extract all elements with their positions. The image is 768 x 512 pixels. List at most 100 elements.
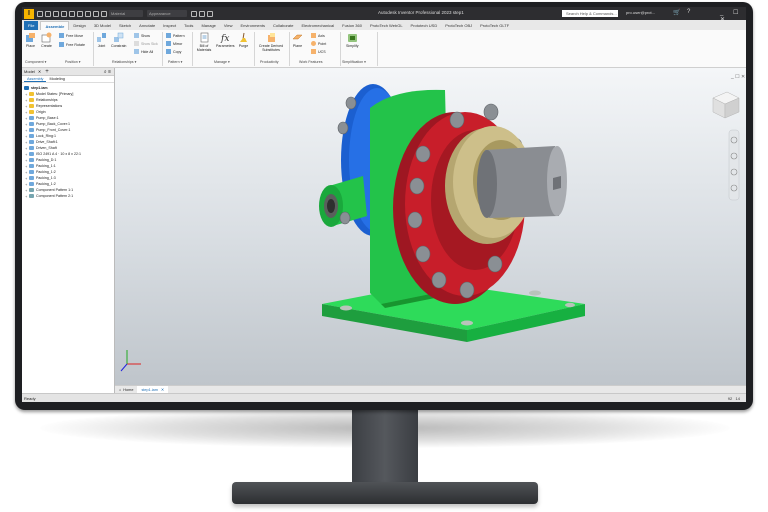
update-icon[interactable] xyxy=(85,10,91,17)
tab-annotate[interactable]: Annotate xyxy=(135,21,159,30)
show-icon xyxy=(134,33,139,38)
status-count-a: 92 xyxy=(727,396,733,401)
home-tab[interactable]: ⌂ Home xyxy=(115,386,137,393)
axis-button[interactable]: Axis xyxy=(311,33,325,38)
tree-node-label: Packing_1:2 xyxy=(36,170,56,174)
parameters-button[interactable]: fx Parameters xyxy=(216,32,235,48)
simplify-button[interactable]: Simplify xyxy=(346,32,359,48)
tab-assembly[interactable]: Assembly xyxy=(24,77,47,82)
point-button[interactable]: Point xyxy=(311,41,326,46)
search-input[interactable]: Search Help & Commands... xyxy=(562,10,618,17)
copy-button[interactable]: Copy xyxy=(166,49,181,54)
graphics-viewport[interactable]: _ ☐ ✕ xyxy=(115,68,746,385)
constrain-button[interactable]: Constrain xyxy=(111,32,126,48)
document-tab-step1[interactable]: step1.iam ✕ xyxy=(137,386,169,393)
tab-prototech-gltf[interactable]: ProtoTech GLTF xyxy=(476,21,513,30)
show-button[interactable]: Show xyxy=(134,33,150,38)
group-component[interactable]: Component ▾ xyxy=(25,60,46,64)
bom-label: Bill of Materials xyxy=(196,44,212,52)
show-sick-label: Show Sick xyxy=(141,41,158,46)
navigation-bar[interactable] xyxy=(728,129,740,201)
purge-button[interactable]: Purge xyxy=(238,32,249,48)
ribbon: Place Create Free Move Free Rotate Joint… xyxy=(22,30,746,68)
tree-node[interactable]: + Component Pattern 2:1 xyxy=(22,193,114,199)
ribbon-separator xyxy=(340,32,341,66)
tab-view[interactable]: View xyxy=(220,21,237,30)
app-logo-icon[interactable]: I xyxy=(24,8,34,19)
color-fill-icon[interactable] xyxy=(199,10,205,17)
help-button[interactable]: ? xyxy=(687,9,690,15)
search-icon[interactable]: ⌕ ≡ xyxy=(104,69,111,75)
pump-assembly-model[interactable]: _ ☐ ✕ xyxy=(115,68,746,385)
user-account[interactable]: pro.user@prot... xyxy=(626,10,655,15)
fx-icon[interactable] xyxy=(207,10,213,17)
status-counts: 92 14 xyxy=(728,396,740,401)
free-move-button[interactable]: Free Move xyxy=(59,33,83,38)
mirror-button[interactable]: Mirror xyxy=(166,41,182,46)
part-icon xyxy=(29,140,34,144)
derived-icon xyxy=(267,33,275,42)
viewport-window-controls[interactable]: _ ☐ ✕ xyxy=(730,74,745,80)
group-manage[interactable]: Manage ▾ xyxy=(214,60,230,64)
status-count-b: 14 xyxy=(735,396,740,401)
document-tab-close-icon[interactable]: ✕ xyxy=(161,387,164,392)
view-cube[interactable] xyxy=(712,91,740,119)
bom-button[interactable]: Bill of Materials xyxy=(194,32,214,52)
tab-prototech-usd[interactable]: Prototech USD xyxy=(407,21,442,30)
tree-node-label: Pump_Base:1 xyxy=(36,116,59,120)
browser-close-icon[interactable]: ✕ xyxy=(38,69,41,74)
material-dropdown[interactable]: Material xyxy=(109,10,143,17)
tree-node-label: Representations xyxy=(36,104,63,108)
tab-file[interactable]: File xyxy=(24,21,39,30)
undo-icon[interactable] xyxy=(61,10,67,17)
cart-icon[interactable]: 🛒 xyxy=(673,9,680,16)
tab-manage[interactable]: Manage xyxy=(197,21,219,30)
show-sick-button[interactable]: Show Sick xyxy=(134,41,158,46)
free-rotate-button[interactable]: Free Rotate xyxy=(59,42,85,47)
tab-3d-model[interactable]: 3D Model xyxy=(90,21,115,30)
save-icon[interactable] xyxy=(53,10,59,17)
tab-collaborate[interactable]: Collaborate xyxy=(269,21,297,30)
home-icon[interactable] xyxy=(77,10,83,17)
redo-icon[interactable] xyxy=(69,10,75,17)
model-tree: step1.iam + Model States: [Primary] + Relati… xyxy=(22,83,114,199)
tab-electromechanical[interactable]: Electromechanical xyxy=(297,21,338,30)
show-label: Show xyxy=(141,33,150,38)
tree-node-label: Packing_1:1 xyxy=(36,164,56,168)
tab-modeling[interactable]: Modeling xyxy=(46,77,67,81)
tab-prototech-obj[interactable]: ProtoTech OBJ xyxy=(441,21,476,30)
ucs-button[interactable]: UCS xyxy=(311,49,326,54)
tab-fusion-360[interactable]: Fusion 360 xyxy=(338,21,366,30)
tab-assemble[interactable]: Assemble xyxy=(40,21,70,30)
plane-button[interactable]: Plane xyxy=(292,32,303,48)
group-relationships[interactable]: Relationships ▾ xyxy=(112,60,136,64)
create-button[interactable]: Create xyxy=(41,32,52,48)
joint-button[interactable]: Joint xyxy=(96,32,107,48)
measure-icon[interactable] xyxy=(101,10,107,17)
tab-tools[interactable]: Tools xyxy=(180,21,197,30)
tab-prototech-webgl[interactable]: ProtoTech WebGL xyxy=(366,21,407,30)
ribbon-separator xyxy=(377,32,378,66)
tab-inspect[interactable]: Inspect xyxy=(159,21,180,30)
group-position[interactable]: Position ▾ xyxy=(65,60,81,64)
create-icon xyxy=(41,32,52,43)
new-icon[interactable] xyxy=(37,10,43,17)
place-button[interactable]: Place xyxy=(25,32,36,48)
group-pattern[interactable]: Pattern ▾ xyxy=(168,60,182,64)
tab-environments[interactable]: Environments xyxy=(237,21,269,30)
create-derived-button[interactable]: Create Derived Substitutes xyxy=(256,32,286,52)
constrain-icon xyxy=(114,32,124,42)
select-icon[interactable] xyxy=(93,10,99,17)
browser-add-icon[interactable]: + xyxy=(45,69,49,75)
pattern-button[interactable]: Pattern xyxy=(166,33,185,38)
app-window: I Material Appearance Autodesk Inventor … xyxy=(22,7,746,402)
clear-appearance-icon[interactable] xyxy=(191,10,197,17)
appearance-dropdown[interactable]: Appearance xyxy=(147,10,187,17)
mirror-icon xyxy=(166,41,171,46)
free-move-label: Free Move xyxy=(66,33,84,38)
hide-all-button[interactable]: Hide All xyxy=(134,49,153,54)
tab-sketch[interactable]: Sketch xyxy=(115,21,135,30)
open-icon[interactable] xyxy=(45,10,51,17)
group-simplification[interactable]: Simplification ▾ xyxy=(342,60,366,64)
tab-design[interactable]: Design xyxy=(69,21,89,30)
